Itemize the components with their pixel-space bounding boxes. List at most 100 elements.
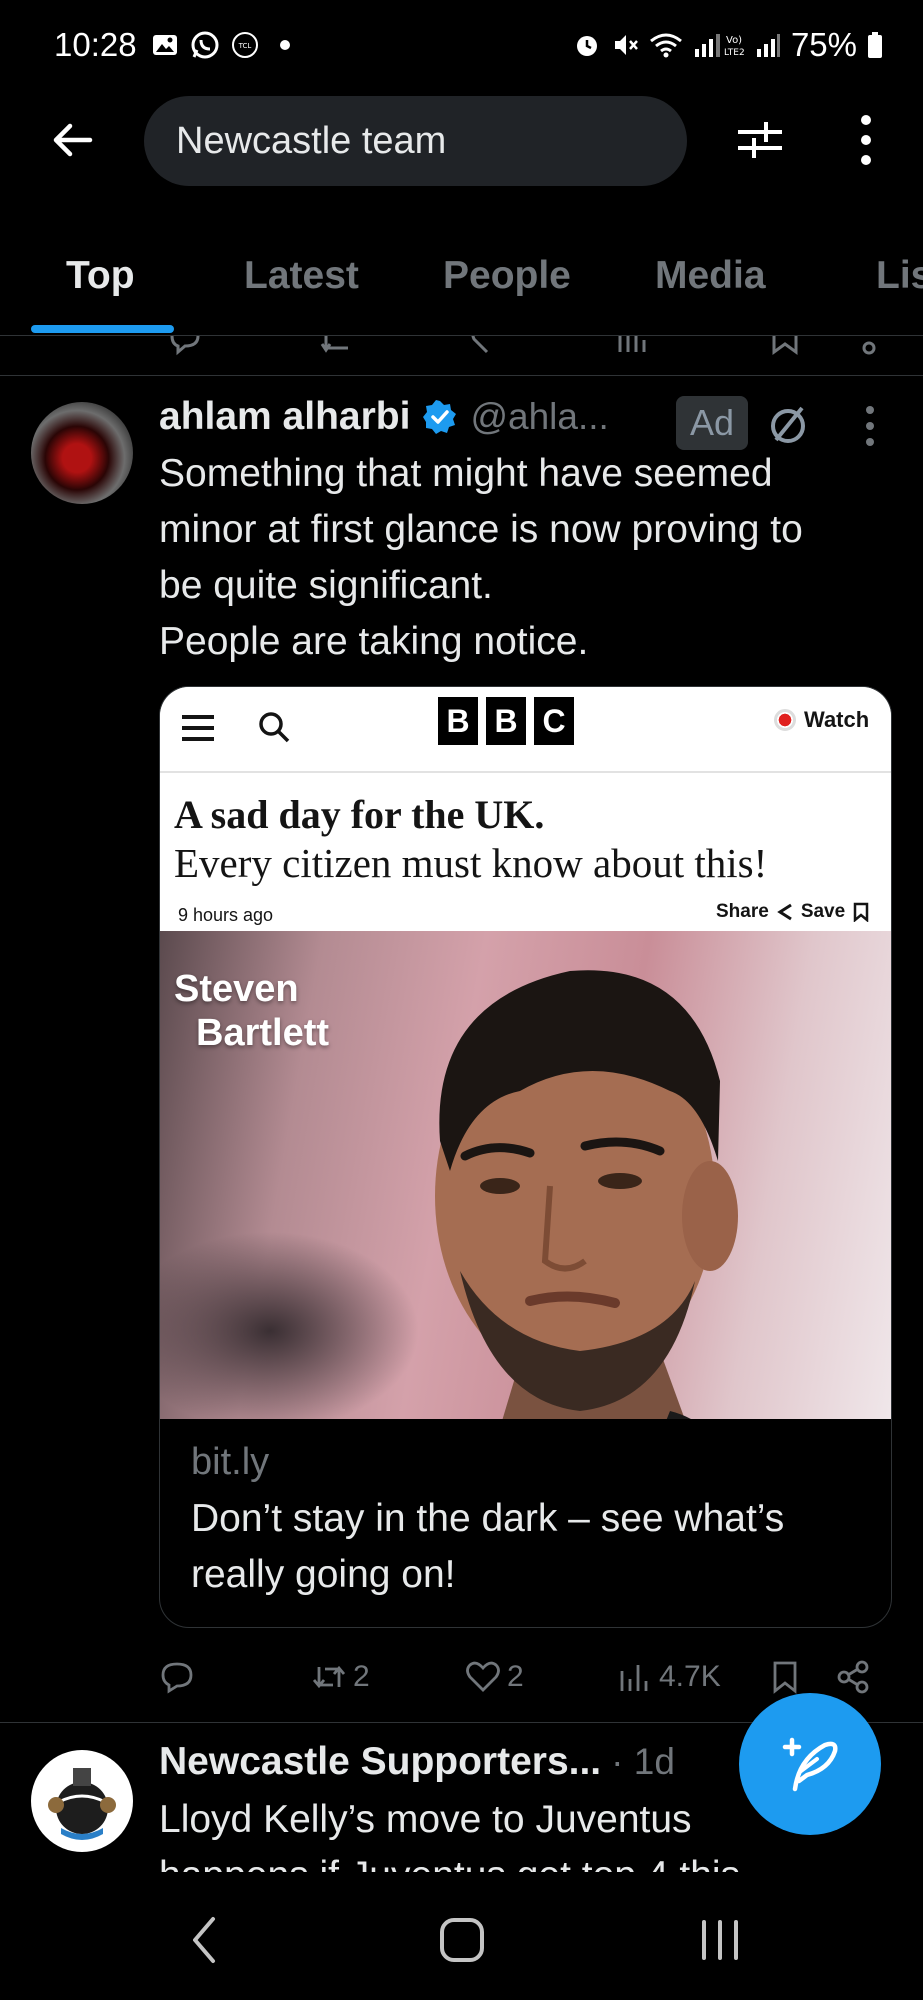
reply-icon[interactable] — [168, 336, 202, 356]
search-tabs: Top Latest People Media Lis — [0, 240, 923, 336]
tweet-time: · 1d — [611, 1741, 675, 1782]
wifi-icon — [650, 33, 682, 58]
share-icon — [837, 1660, 869, 1694]
tab-media[interactable]: Media — [655, 254, 766, 298]
verified-badge-icon — [423, 400, 457, 434]
more-vertical-icon — [861, 115, 871, 165]
tcl-icon: TCL — [230, 30, 260, 60]
bbc-top-bar: B B C Watch — [160, 687, 891, 773]
search-icon — [259, 712, 290, 743]
status-time: 10:28 — [54, 26, 137, 63]
club-crest-icon — [32, 1751, 132, 1851]
card-domain: bit.ly — [191, 1441, 270, 1483]
search-input[interactable]: Newcastle team — [144, 96, 687, 186]
svg-text:TCL: TCL — [238, 42, 252, 50]
heart-icon — [466, 1661, 500, 1692]
battery-percent: 75% — [790, 26, 857, 63]
notification-icons: TCL — [150, 30, 300, 60]
repost-icon — [312, 1665, 346, 1689]
battery-icon — [868, 32, 882, 58]
tweet-text-line: be quite significant. — [159, 564, 493, 607]
bbc-logo: B B C — [438, 697, 574, 745]
repost-count: 2 — [353, 1660, 370, 1693]
home-square-icon — [440, 1918, 484, 1962]
card-title: Don’t stay in the dark – see what’s real… — [191, 1497, 785, 1596]
card-headline-1: A sad day for the UK. — [174, 792, 545, 837]
repost-icon[interactable] — [318, 336, 358, 356]
watch-label: Watch — [804, 707, 870, 732]
logo-letter: B — [438, 697, 478, 745]
tweet-text-line: happens if Juventus get top 4 this — [159, 1848, 779, 1872]
repost-button[interactable]: 2 — [311, 1650, 370, 1704]
alarm-icon — [576, 36, 597, 56]
signal-2-icon — [756, 34, 780, 57]
card-time-ago: 9 hours ago — [178, 905, 274, 925]
dot-icon — [270, 30, 300, 60]
tweet-text: Something that might have seemed minor a… — [159, 446, 889, 670]
promoted-icon[interactable] — [764, 400, 812, 448]
photo-caption-line: Steven — [174, 968, 299, 1010]
active-tab-indicator — [31, 325, 174, 333]
tweet-text-line: Something that might have seemed — [159, 452, 773, 495]
tab-people[interactable]: People — [443, 254, 571, 298]
tab-lists[interactable]: Lis — [876, 254, 923, 298]
views-icon — [620, 1665, 648, 1691]
share-button[interactable] — [835, 1650, 871, 1704]
like-count: 2 — [507, 1660, 524, 1693]
compose-button[interactable] — [739, 1693, 881, 1835]
bookmark-outline-icon — [853, 902, 869, 922]
mute-icon — [614, 35, 638, 55]
status-bar: 10:28 TCL Vo) LTE2 75% — [0, 0, 923, 90]
avatar[interactable] — [31, 1750, 133, 1852]
person-portrait-icon — [435, 970, 738, 1419]
compose-feather-icon — [782, 1737, 838, 1792]
svg-text:Vo): Vo) — [726, 35, 742, 46]
logo-letter: B — [486, 697, 526, 745]
tweet-header: Newcastle Supporters... · 1d — [159, 1740, 675, 1784]
tweet-text: Lloyd Kelly’s move to Juventus happens i… — [159, 1792, 779, 1872]
nav-home-button[interactable] — [432, 1910, 492, 1970]
tab-top[interactable]: Top — [66, 254, 135, 298]
logo-letter: C — [534, 697, 574, 745]
nav-recents-button[interactable] — [690, 1910, 750, 1970]
photo-caption-line: Bartlett — [196, 1012, 330, 1054]
arrow-left-icon — [53, 123, 93, 157]
photo-caption: Steven Bartlett — [174, 967, 329, 1055]
tweet-more-icon[interactable] — [858, 402, 882, 450]
tweet-text-line: minor at first glance is now proving to — [159, 508, 803, 551]
watch-live: Watch — [774, 707, 869, 733]
search-filter-button[interactable] — [732, 112, 788, 168]
reply-icon — [161, 1662, 193, 1694]
previous-tweet-actions — [0, 336, 923, 376]
recents-icon — [702, 1920, 738, 1960]
hamburger-menu-icon — [182, 715, 214, 741]
system-nav-bar — [0, 1880, 923, 2000]
card-photo: Steven Bartlett — [160, 931, 891, 1419]
tweet-actions: 2 2 4.7K — [159, 1650, 889, 1704]
chevron-left-icon — [193, 1917, 215, 1963]
overflow-menu-button[interactable] — [846, 112, 886, 168]
bookmark-icon[interactable] — [768, 336, 802, 356]
author-name[interactable]: ahlam alharbi — [159, 395, 410, 439]
tweet-text-line: People are taking notice. — [159, 620, 589, 663]
search-query: Newcastle team — [176, 119, 447, 162]
back-button[interactable] — [44, 112, 100, 168]
svg-text:LTE2: LTE2 — [724, 48, 745, 58]
share-icon[interactable] — [852, 336, 886, 356]
share-label: Share — [716, 901, 769, 922]
views-button[interactable]: 4.7K — [617, 1650, 721, 1704]
like-button[interactable]: 2 — [465, 1650, 524, 1704]
avatar[interactable] — [31, 402, 133, 504]
author-handle[interactable]: @ahla... — [470, 396, 608, 438]
reply-button[interactable] — [159, 1650, 195, 1704]
card-share-save: Share Save — [716, 901, 869, 923]
save-label: Save — [800, 901, 846, 922]
card-headline-2: Every citizen must know about this! — [174, 840, 768, 886]
card-image: B B C Watch A sad day for the UK. Every … — [160, 687, 891, 1419]
author-name[interactable]: Newcastle Supporters... — [159, 1740, 601, 1784]
nav-back-button[interactable] — [174, 1910, 234, 1970]
views-icon[interactable] — [616, 336, 650, 356]
link-card[interactable]: B B C Watch A sad day for the UK. Every … — [159, 686, 892, 1628]
like-icon[interactable] — [470, 336, 504, 356]
tab-latest[interactable]: Latest — [244, 254, 359, 298]
